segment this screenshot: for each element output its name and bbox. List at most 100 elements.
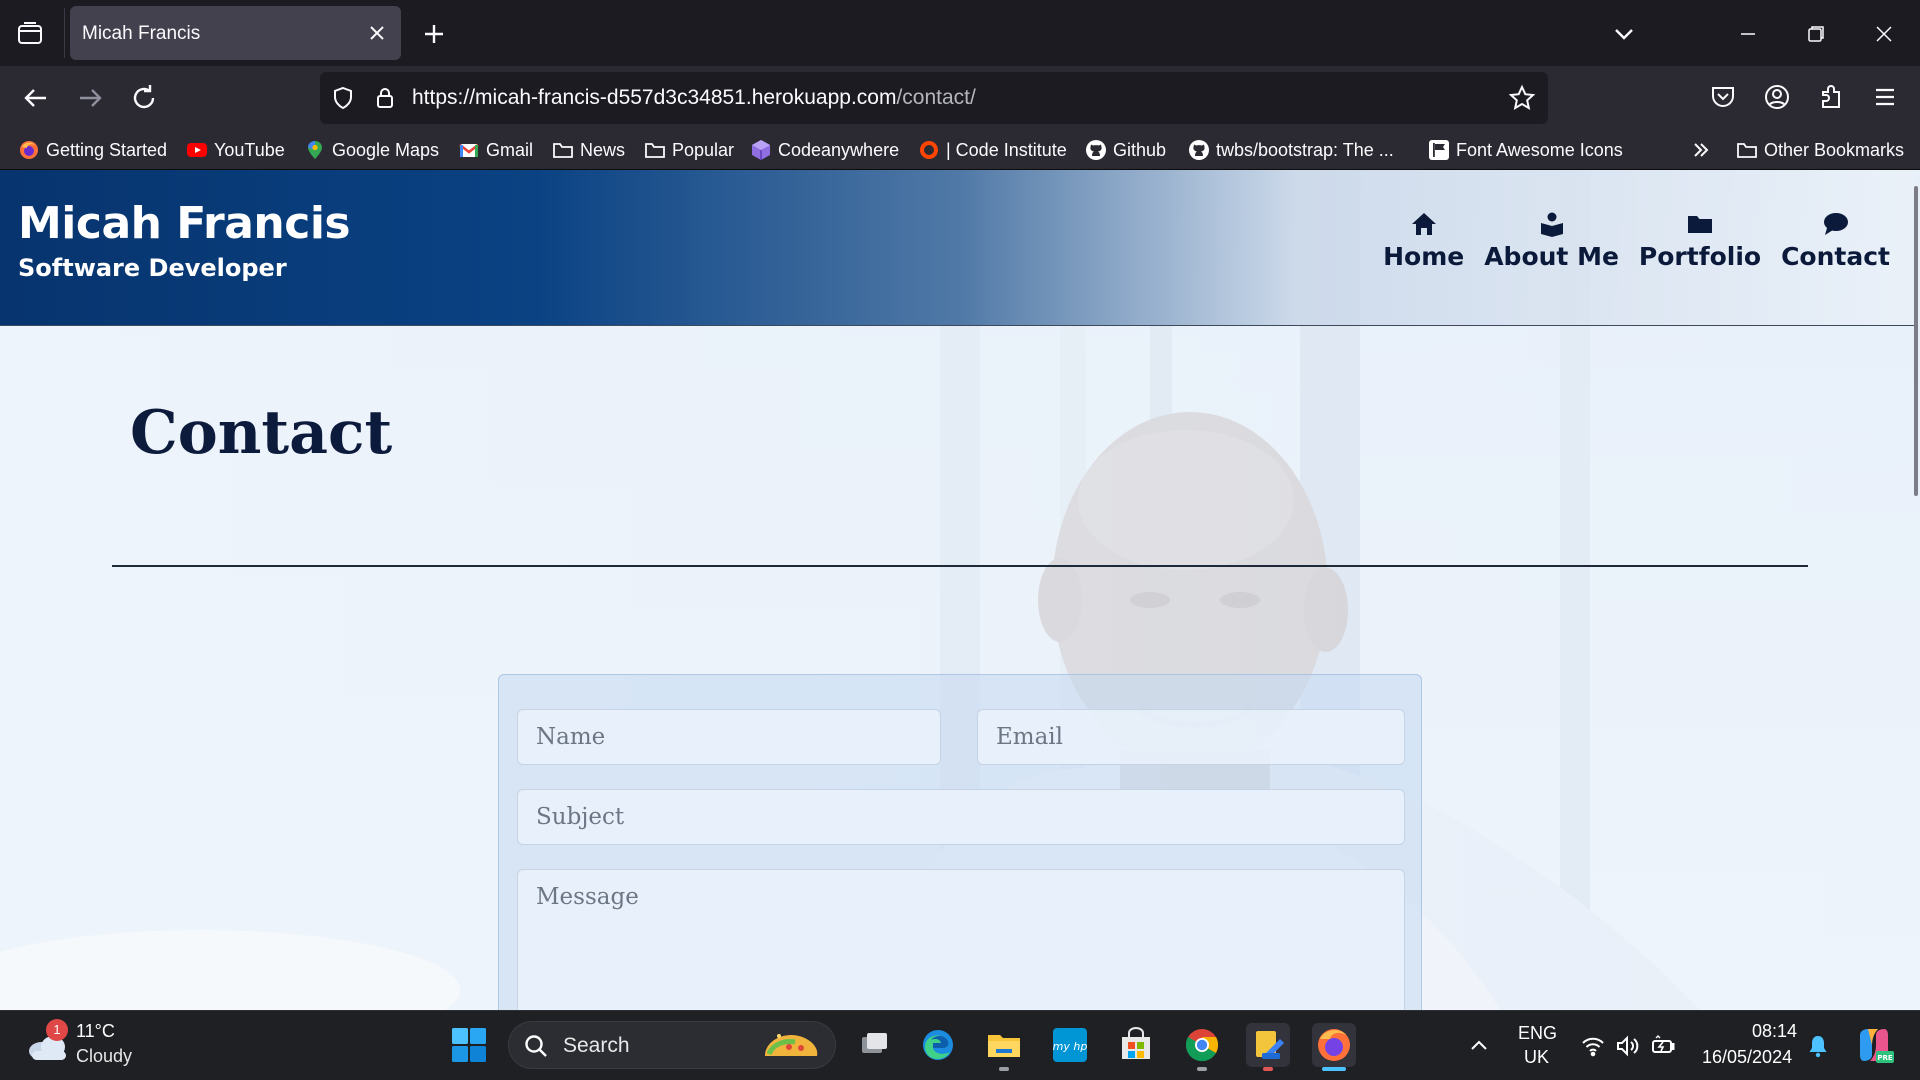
page-viewport: Micah Francis Software Developer Home Ab… [0,170,1920,1010]
url-bar[interactable]: https://micah-francis-d557d3c34851.herok… [320,72,1548,124]
task-view-icon[interactable] [852,1023,896,1067]
email-input[interactable]: Email [977,709,1405,765]
firefox-icon [20,141,38,159]
wifi-icon[interactable] [1580,1033,1606,1059]
window-close-icon[interactable] [1868,18,1900,50]
volume-icon[interactable] [1614,1033,1640,1059]
name-input[interactable]: Name [517,709,941,765]
bookmark-font-awesome[interactable]: Font Awesome Icons [1428,136,1623,164]
drawing-app-icon[interactable] [1246,1023,1290,1071]
home-icon [1411,213,1436,235]
bookmark-youtube[interactable]: YouTube [186,136,285,164]
tab-separator [64,8,65,58]
restore-icon[interactable] [1800,18,1832,50]
chat-bubble-icon [1823,213,1848,235]
running-indicator [999,1067,1009,1071]
input-region[interactable]: UK [1524,1047,1549,1068]
nav-about-me[interactable]: About Me [1484,210,1619,271]
account-icon[interactable] [1760,80,1794,114]
search-icon [525,1035,547,1057]
bookmark-google-maps[interactable]: Google Maps [304,136,439,164]
minimize-icon[interactable] [1732,18,1764,50]
user-book-icon [1540,212,1563,237]
weather-notification-badge: 1 [46,1019,68,1041]
tracking-shield-icon[interactable] [330,85,356,111]
bookmark-getting-started[interactable]: Getting Started [18,136,167,164]
url-text[interactable]: https://micah-francis-d557d3c34851.herok… [412,86,976,110]
bookmark-github[interactable]: Github [1085,136,1166,164]
other-bookmarks[interactable]: Other Bookmarks [1736,136,1904,164]
tab-title: Micah Francis [82,23,201,44]
folder-icon [553,143,573,158]
firefox-taskbar-icon[interactable] [1312,1023,1356,1071]
svg-text:my hp: my hp [1053,1040,1088,1053]
show-hidden-icons-chevron-icon[interactable] [1466,1033,1492,1059]
nav-label: Contact [1781,242,1890,271]
bookmark-label: News [580,139,626,160]
bookmark-gmail[interactable]: Gmail [458,136,533,164]
extensions-icon[interactable] [1814,80,1848,114]
weather-condition[interactable]: Cloudy [76,1046,132,1067]
windows-start-icon[interactable] [450,1026,488,1064]
lock-icon[interactable] [372,85,398,111]
bookmark-bootstrap[interactable]: twbs/bootstrap: The ... [1188,136,1394,164]
input-language[interactable]: ENG [1518,1023,1557,1044]
windows-taskbar: 1 11°C Cloudy Search my hp ENG UK 08:14 … [0,1010,1920,1080]
svg-text:PRE: PRE [1877,1054,1893,1062]
folder-icon [1737,143,1757,158]
notification-bell-icon[interactable] [1806,1033,1830,1059]
taskbar-search[interactable]: Search [508,1021,836,1069]
youtube-icon [187,143,207,157]
forward-arrow-icon[interactable] [72,80,108,116]
clock-date[interactable]: 16/05/2024 [1702,1047,1792,1068]
tab-list-icon[interactable] [14,18,46,50]
subject-input[interactable]: Subject [517,789,1405,845]
weather-temperature[interactable]: 11°C [76,1021,115,1042]
maps-pin-icon [308,141,322,159]
menu-hamburger-icon[interactable] [1868,80,1902,114]
other-bookmarks-label: Other Bookmarks [1764,139,1905,160]
clock-time[interactable]: 08:14 [1752,1021,1797,1042]
active-tab[interactable]: Micah Francis [70,6,401,60]
search-label: Search [563,1034,630,1057]
bookmark-label: Gmail [486,139,534,160]
more-bookmarks-chevron-icon[interactable] [1690,136,1712,164]
myhp-icon[interactable]: my hp [1048,1023,1092,1067]
bookmark-label: Google Maps [332,139,440,160]
battery-charging-icon[interactable] [1650,1033,1676,1059]
brand-subtitle: Software Developer [18,254,287,282]
bookmark-codeanywhere[interactable]: Codeanywhere [750,136,899,164]
reload-icon[interactable] [126,80,162,116]
close-tab-icon[interactable] [365,21,389,45]
nav-contact[interactable]: Contact [1781,210,1890,271]
bookmark-popular[interactable]: Popular [644,136,734,164]
bookmark-news[interactable]: News [552,136,625,164]
bookmarks-toolbar: Getting Started YouTube Google Maps Gmai… [0,130,1920,170]
edge-browser-icon[interactable] [916,1023,960,1067]
gmail-icon [459,143,479,157]
github-icon [1189,140,1209,160]
back-arrow-icon[interactable] [18,80,54,116]
new-tab-icon[interactable] [418,18,450,50]
bookmark-code-institute[interactable]: | Code Institute [918,136,1067,164]
page-scrollbar[interactable] [1914,186,1918,496]
pocket-icon[interactable] [1706,80,1740,114]
bookmark-label: | Code Institute [946,139,1067,160]
list-all-tabs-icon[interactable] [1608,18,1640,50]
bookmark-label: Getting Started [46,139,168,160]
chrome-icon[interactable] [1180,1023,1224,1071]
copilot-icon[interactable]: PRE [1854,1025,1894,1065]
flag-icon [1429,140,1449,160]
bookmark-star-icon[interactable] [1508,84,1536,112]
nav-portfolio[interactable]: Portfolio [1639,210,1761,271]
folder-icon [645,143,665,158]
bookmark-label: Github [1113,139,1167,160]
brand-name[interactable]: Micah Francis [18,198,351,249]
nav-home[interactable]: Home [1383,210,1464,271]
running-indicator [1197,1067,1207,1071]
microsoft-store-icon[interactable] [1114,1023,1158,1067]
message-textarea[interactable]: Message [517,869,1405,1010]
file-explorer-icon[interactable] [982,1023,1026,1071]
page-title: Contact [130,398,393,468]
running-indicator [1263,1067,1273,1071]
